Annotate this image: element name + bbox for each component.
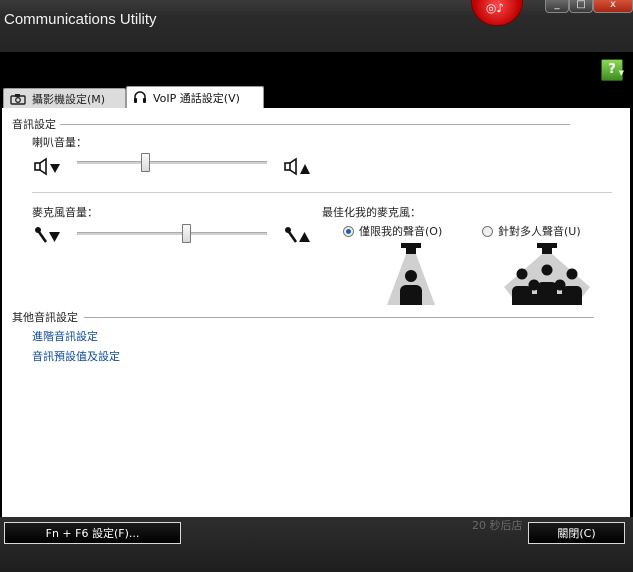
- group-people-icon: [504, 243, 590, 305]
- mic-volume-thumb[interactable]: [182, 224, 191, 243]
- voip-settings-panel: 音訊設定 喇叭音量： 麥克風音量： 最佳化我的麥克風： 僅限我的聲音(O) 針對…: [2, 108, 630, 517]
- title-bar: Communications Utility ◎♪ _ □ x: [0, 0, 633, 52]
- audio-defaults-link[interactable]: 音訊預設值及設定: [32, 348, 120, 364]
- speaker-volume-label: 喇叭音量：: [32, 136, 87, 149]
- footer-bar: 20 秒后店 Fn + F6 設定(F)... 關閉(C): [0, 517, 633, 572]
- other-audio-settings-heading: 其他音訊設定: [12, 311, 78, 324]
- minimize-button[interactable]: _: [545, 0, 569, 13]
- close-window-button[interactable]: x: [593, 0, 633, 13]
- camera-phone-icon: ◎♪: [485, 1, 505, 15]
- radio-multiple-voices[interactable]: 針對多人聲音(U): [482, 223, 581, 239]
- header-band: [0, 52, 633, 86]
- radio-label: 針對多人聲音(U): [498, 225, 581, 238]
- maximize-button[interactable]: □: [569, 0, 593, 13]
- tab-label: 攝影機設定(M): [32, 92, 106, 106]
- divider: [32, 192, 612, 193]
- speaker-low-icon: [34, 157, 60, 176]
- radio-selected-indicator[interactable]: [343, 225, 354, 237]
- mic-volume-label: 麥克風音量：: [32, 206, 98, 219]
- speaker-volume-track[interactable]: [77, 161, 267, 164]
- audio-settings-heading: 音訊設定: [12, 118, 56, 131]
- fn-f6-settings-button[interactable]: Fn + F6 設定(F)...: [4, 522, 181, 544]
- mic-high-icon: [285, 227, 310, 243]
- radio-only-my-voice[interactable]: 僅限我的聲音(O): [343, 223, 442, 239]
- app-badge: ◎♪: [471, 0, 523, 26]
- optimize-mic-label: 最佳化我的麥克風：: [322, 206, 421, 219]
- single-person-icon: [387, 243, 435, 305]
- mic-volume-track[interactable]: [77, 232, 267, 235]
- tab-camera-settings[interactable]: 攝影機設定(M): [3, 88, 126, 108]
- help-label: ?: [608, 62, 616, 77]
- mic-low-icon: [35, 227, 60, 243]
- headset-icon: [134, 90, 146, 103]
- advanced-audio-settings-link[interactable]: 進階音訊設定: [32, 328, 98, 344]
- close-button[interactable]: 關閉(C): [528, 522, 625, 544]
- tab-bar: 攝影機設定(M) VoIP 通話設定(V): [0, 86, 633, 108]
- camera-icon: [10, 93, 26, 105]
- speaker-high-icon: [284, 157, 310, 176]
- divider: [84, 317, 594, 318]
- chevron-down-icon: ▼: [618, 69, 624, 77]
- tab-voip-settings[interactable]: VoIP 通話設定(V): [126, 86, 264, 108]
- radio-label: 僅限我的聲音(O): [359, 225, 443, 238]
- help-button[interactable]: ? ▼: [601, 59, 624, 81]
- tab-label: VoIP 通話設定(V): [153, 91, 240, 105]
- speaker-volume-thumb[interactable]: [141, 153, 150, 172]
- status-ghost-text: 20 秒后店: [472, 519, 523, 532]
- divider: [60, 124, 570, 125]
- radio-indicator[interactable]: [482, 225, 493, 237]
- window-title: Communications Utility: [4, 11, 157, 28]
